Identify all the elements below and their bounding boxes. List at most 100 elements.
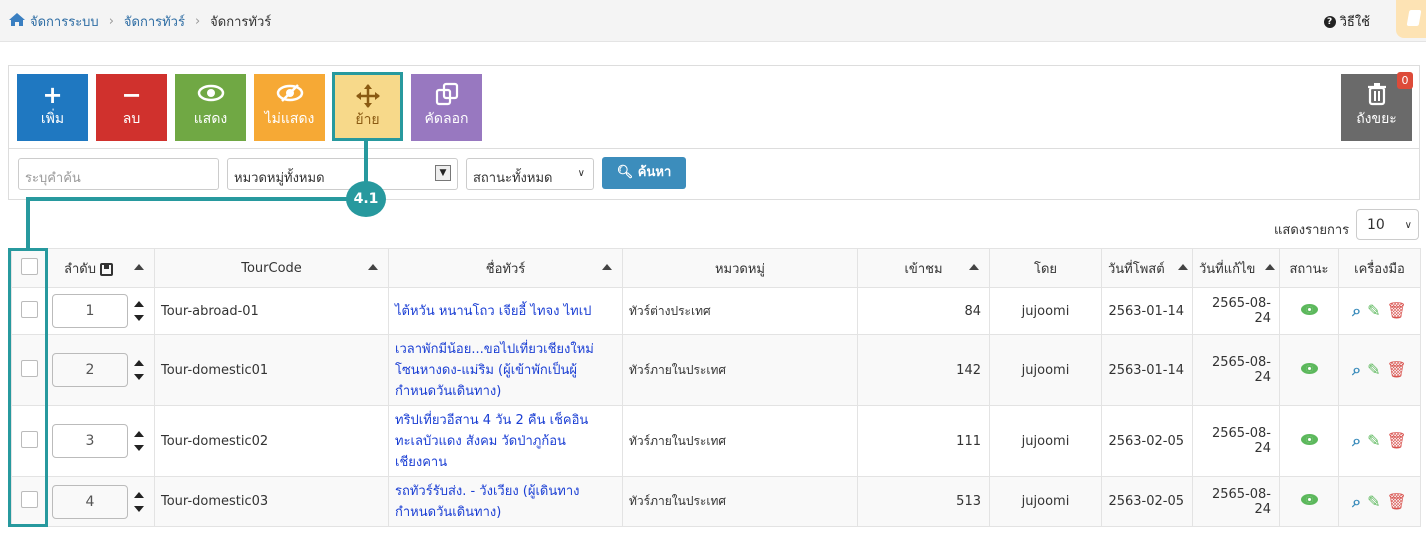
breadcrumb-item-tour[interactable]: จัดการทัวร์ [124,11,185,32]
col-status-label: สถานะ [1289,261,1329,277]
order-cell: 2 [47,334,155,406]
hide-label: ไม่แสดง [264,111,315,127]
order-input[interactable]: 3 [52,424,128,458]
trash-icon[interactable]: 🗑︎ [1387,360,1407,379]
copy-label: คัดลอก [424,111,469,127]
eye-icon[interactable] [1300,362,1318,374]
col-by[interactable]: โดย [989,248,1102,288]
order-cell: 4 [47,476,155,527]
move-label: ย้าย [355,112,380,128]
order-stepper[interactable] [134,491,144,512]
views-cell: 513 [857,476,990,527]
col-order-label: ลำดับ [64,261,96,277]
chevron-down-icon: ∨ [577,168,585,179]
col-tools-label: เครื่องมือ [1354,261,1405,277]
search-icon[interactable]: ⌕ [1352,492,1361,512]
col-order[interactable]: ลำดับ [47,248,155,288]
home-icon[interactable] [8,12,26,31]
by-cell: jujoomi [989,334,1102,406]
order-stepper[interactable] [134,360,144,380]
caret-down-icon: ▼ [435,165,451,181]
edited-cell: 2565-08-24 [1192,287,1280,335]
note-icon [1406,10,1422,26]
order-stepper[interactable] [134,301,144,321]
status-cell [1279,287,1339,335]
order-cell: 3 [47,405,155,477]
arrow-up-icon[interactable] [134,360,144,366]
notes-button[interactable] [1396,0,1426,38]
copy-button[interactable]: คัดลอก [411,74,482,141]
tools-cell: ⌕ ✎ 🗑︎ [1338,287,1421,335]
col-views[interactable]: เข้าชม [857,248,990,288]
toolbar-divider [9,148,1419,149]
toolbar-panel: + เพิ่ม − ลบ แสดง ไม่แสดง ย้าย คัดลอก ถั… [8,65,1420,200]
arrow-down-icon[interactable] [134,505,144,512]
table-row: 1 Tour-abroad-01 ไต้หวัน หนานโถว เจียอี้… [11,287,1421,335]
eye-icon [175,74,246,108]
sort-icon [1178,264,1188,270]
sort-icon [1265,264,1275,270]
tour-name-link[interactable]: เวลาพักมีน้อย...ขอไปเที่ยวเชียงใหม่ โซนห… [395,342,594,399]
list-length-select[interactable]: 10 ∨ [1356,209,1419,240]
tour-name-link[interactable]: รถทัวร์รับส่ง. - วังเวียง (ผู้เดินทางกำห… [395,484,579,520]
search-icon[interactable]: ⌕ [1352,360,1361,380]
order-stepper[interactable] [134,431,144,451]
tourcode-cell: Tour-domestic01 [154,334,389,406]
arrow-up-icon[interactable] [134,431,144,437]
list-length-label: แสดงรายการ [1274,223,1350,238]
col-edited[interactable]: วันที่แก้ไข [1192,248,1280,288]
eye-icon[interactable] [1300,303,1318,315]
search-icon[interactable]: ⌕ [1352,301,1361,321]
move-button[interactable]: ย้าย [332,72,403,141]
col-edited-label: วันที่แก้ไข [1199,261,1256,277]
col-name[interactable]: ชื่อทัวร์ [388,248,623,288]
tour-name-cell: เวลาพักมีน้อย...ขอไปเที่ยวเชียงใหม่ โซนห… [388,334,623,406]
col-views-label: เข้าชม [904,261,943,277]
category-select[interactable]: หมวดหมู่ทั้งหมด ▼ [227,158,458,190]
add-button[interactable]: + เพิ่ม [17,74,88,141]
order-input[interactable]: 4 [52,484,128,519]
search-input[interactable]: ระบุคำค้น [18,158,219,190]
by-cell: jujoomi [989,405,1102,477]
col-by-label: โดย [1033,261,1058,277]
delete-button[interactable]: − ลบ [96,74,167,141]
trash-icon[interactable]: 🗑︎ [1387,431,1407,450]
tour-name-cell: รถทัวร์รับส่ง. - วังเวียง (ผู้เดินทางกำห… [388,476,623,527]
pencil-icon[interactable]: ✎ [1367,360,1380,379]
trash-icon[interactable]: 🗑︎ [1387,301,1407,320]
tour-name-link[interactable]: ทริปเที่ยวอีสาน 4 วัน 2 คืน เช็คอินทะเลบ… [395,413,588,470]
tools-cell: ⌕ ✎ 🗑︎ [1338,405,1421,477]
pencil-icon[interactable]: ✎ [1367,431,1380,450]
arrow-down-icon[interactable] [134,445,144,451]
eye-icon[interactable] [1300,433,1318,445]
arrow-down-icon[interactable] [134,374,144,380]
search-icon[interactable]: ⌕ [1352,431,1361,451]
arrow-up-icon[interactable] [134,301,144,307]
search-button-label: ค้นหา [637,165,672,180]
pencil-icon[interactable]: ✎ [1367,492,1380,511]
hide-button[interactable]: ไม่แสดง [254,74,325,141]
search-button[interactable]: 🔍︎ ค้นหา [602,157,686,189]
order-input[interactable]: 2 [52,353,128,387]
trash-icon[interactable]: 🗑︎ [1387,492,1407,511]
arrow-up-icon[interactable] [134,491,144,498]
show-button[interactable]: แสดง [175,74,246,141]
save-icon[interactable] [99,262,113,276]
by-cell: jujoomi [989,287,1102,335]
tourcode-cell: Tour-domestic03 [154,476,389,527]
eye-icon[interactable] [1300,494,1318,505]
breadcrumb-current: จัดการทัวร์ [210,15,272,30]
tour-name-link[interactable]: ไต้หวัน หนานโถว เจียอี้ ไทจง ไทเป [395,304,591,319]
status-select[interactable]: สถานะทั้งหมด ∨ [466,158,594,190]
help-link[interactable]: ? วิธีใช้ [1323,11,1370,32]
col-category[interactable]: หมวดหมู่ [622,248,858,288]
col-posted[interactable]: วันที่โพสต์ [1101,248,1193,288]
trash-count-badge: 0 [1397,72,1413,89]
order-input[interactable]: 1 [52,294,128,328]
table-header-row: ลำดับ TourCode ชื่อทัวร์ หมวดหมู่ เข้าชม… [11,248,1421,288]
pencil-icon[interactable]: ✎ [1367,301,1380,320]
arrow-down-icon[interactable] [134,315,144,321]
breadcrumb-item-system[interactable]: จัดการระบบ [30,11,99,32]
trash-button[interactable]: ถังขยะ 0 [1341,72,1413,141]
col-tourcode[interactable]: TourCode [154,248,389,288]
